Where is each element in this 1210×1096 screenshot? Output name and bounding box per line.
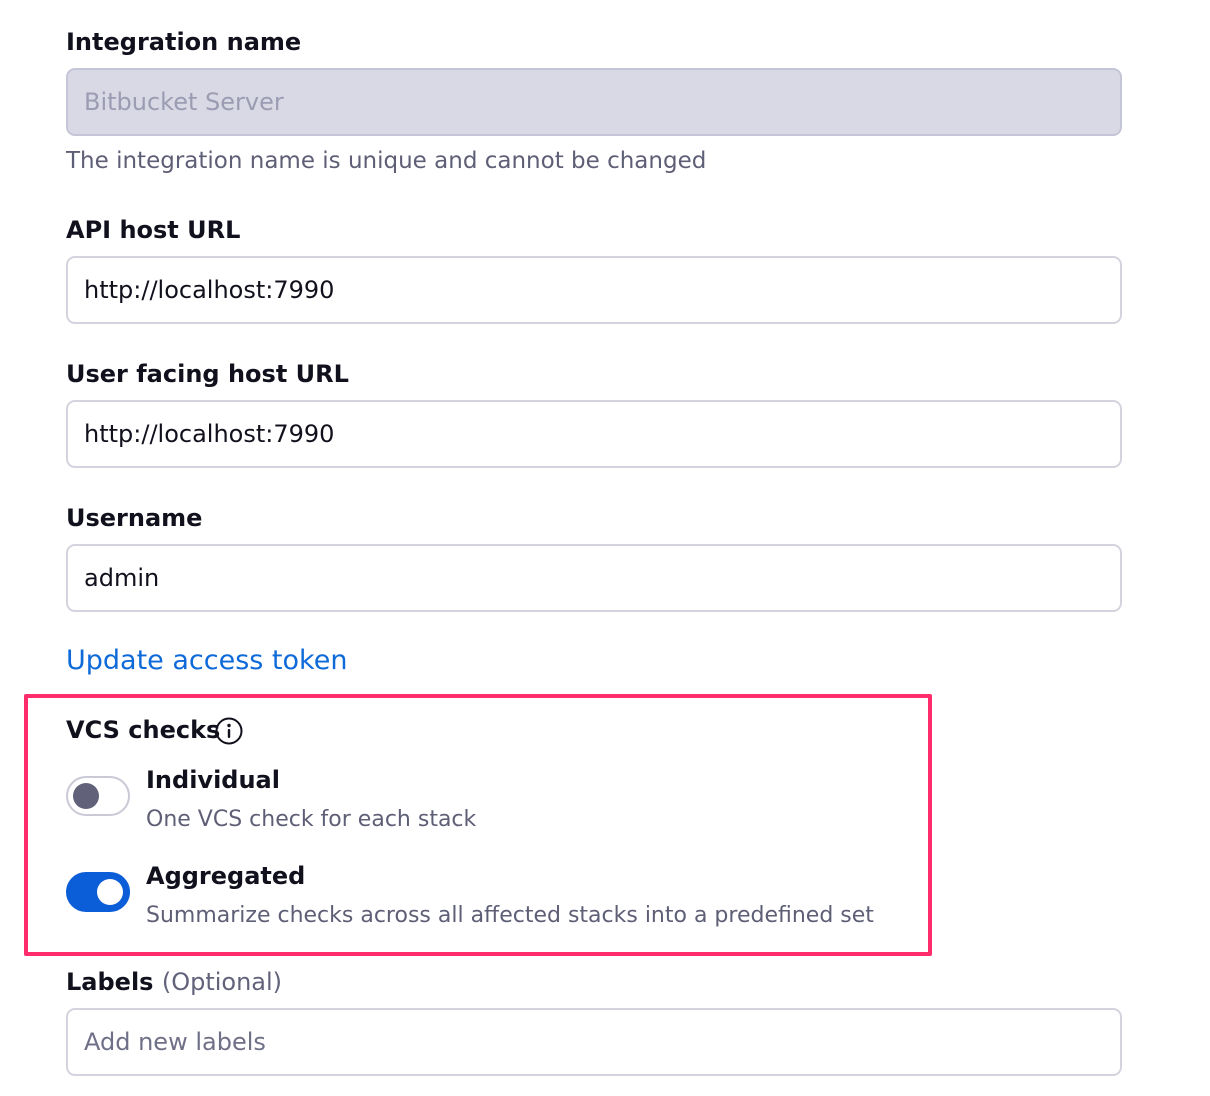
integration-name-help: The integration name is unique and canno… xyxy=(66,148,707,174)
labels-input[interactable] xyxy=(66,1008,1122,1076)
username-field[interactable] xyxy=(66,544,1122,612)
update-access-token-link[interactable]: Update access token xyxy=(66,644,347,678)
individual-option-title: Individual xyxy=(146,766,280,794)
integration-name-field xyxy=(66,68,1122,136)
username-label: Username xyxy=(66,504,203,532)
integration-name-label: Integration name xyxy=(66,28,302,56)
labels-label: Labels (Optional) xyxy=(66,968,282,996)
user-facing-host-url-field[interactable] xyxy=(66,400,1122,468)
optional-tag: (Optional) xyxy=(161,968,283,996)
aggregated-toggle[interactable] xyxy=(66,872,130,912)
aggregated-option-description: Summarize checks across all affected sta… xyxy=(146,903,874,928)
labels-label-text: Labels xyxy=(66,968,154,996)
individual-toggle[interactable] xyxy=(66,776,130,816)
toggle-knob xyxy=(73,783,99,809)
api-host-url-label: API host URL xyxy=(66,216,241,244)
individual-option-description: One VCS check for each stack xyxy=(146,807,477,832)
user-facing-host-url-label: User facing host URL xyxy=(66,360,349,388)
vcs-checks-label: VCS checks xyxy=(66,716,221,744)
aggregated-option-title: Aggregated xyxy=(146,862,306,890)
info-icon[interactable] xyxy=(214,716,244,746)
api-host-url-field[interactable] xyxy=(66,256,1122,324)
toggle-knob xyxy=(97,879,123,905)
